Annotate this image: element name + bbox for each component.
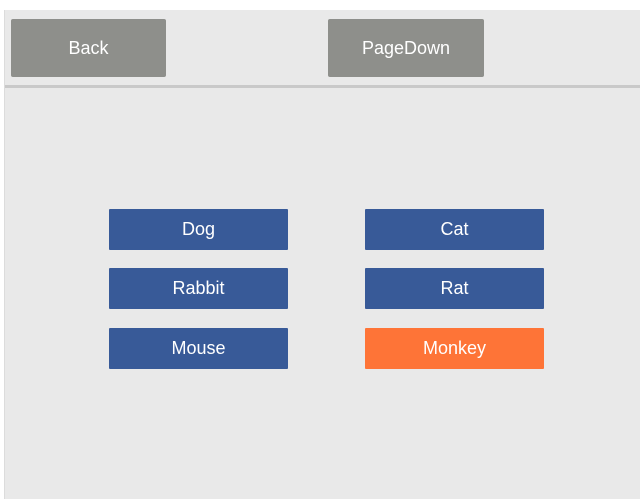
option-monkey-button[interactable]: Monkey bbox=[365, 328, 544, 369]
app-screen: Back PageDown Dog Cat Rabbit Rat Mouse M… bbox=[4, 10, 640, 499]
option-mouse-button[interactable]: Mouse bbox=[109, 328, 288, 369]
top-toolbar: Back PageDown bbox=[5, 10, 640, 85]
toolbar-divider bbox=[5, 85, 640, 88]
option-rabbit-button[interactable]: Rabbit bbox=[109, 268, 288, 309]
option-cat-button[interactable]: Cat bbox=[365, 209, 544, 250]
option-dog-button[interactable]: Dog bbox=[109, 209, 288, 250]
pagedown-button[interactable]: PageDown bbox=[328, 19, 484, 77]
option-rat-button[interactable]: Rat bbox=[365, 268, 544, 309]
back-button[interactable]: Back bbox=[11, 19, 166, 77]
